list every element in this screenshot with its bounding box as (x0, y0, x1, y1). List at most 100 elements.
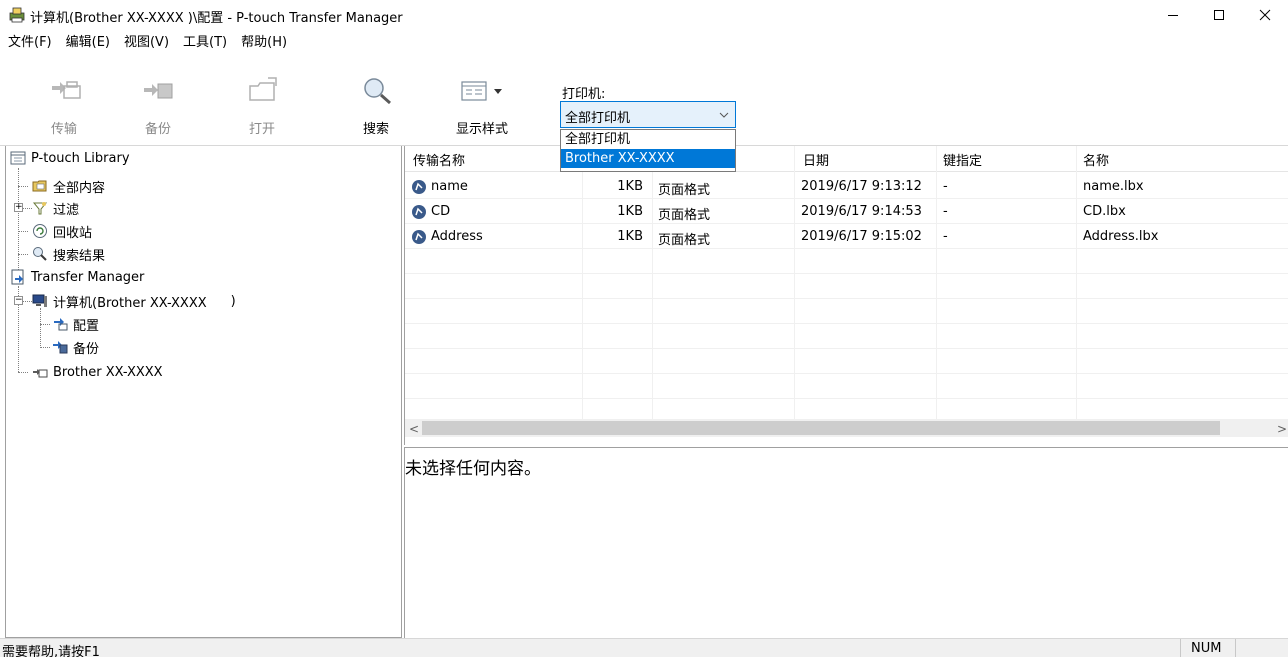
cell-key: - (943, 179, 948, 194)
menu-tools[interactable]: 工具(T) (183, 31, 227, 50)
display-style-label: 显示样式 (455, 122, 508, 137)
cell-file: CD.lbx (1083, 204, 1126, 219)
backup-icon (144, 83, 173, 99)
menu-file[interactable]: 文件(F) (8, 31, 52, 50)
close-button[interactable] (1242, 0, 1288, 30)
cell-date: 2019/6/17 9:13:12 (801, 179, 922, 194)
cell-file: Address.lbx (1083, 229, 1159, 244)
col-header-transfer-name[interactable]: 传输名称 (413, 150, 465, 169)
printer-app-icon (9, 7, 25, 23)
tree-item-search-results[interactable]: 搜索结果 (32, 244, 105, 264)
cell-name: name (431, 179, 468, 194)
scroll-right-icon[interactable]: > (1277, 422, 1287, 436)
tree-label-filter: 过滤 (53, 202, 80, 218)
cell-date: 2019/6/17 9:15:02 (801, 229, 922, 244)
cell-date: 2019/6/17 9:14:53 (801, 204, 922, 219)
tree-item-all-contents[interactable]: 全部内容 (32, 176, 105, 196)
transfer-icon (52, 81, 81, 99)
menu-bar: 文件(F) 编辑(E) 视图(V) 工具(T) 帮助(H) (0, 30, 1288, 50)
tree-item-filter[interactable]: 过滤 (32, 198, 79, 218)
close-icon (1259, 9, 1271, 21)
chevron-down-icon (719, 112, 729, 118)
menu-edit[interactable]: 编辑(E) (66, 31, 110, 50)
computer-icon (32, 294, 47, 307)
file-icon (412, 205, 426, 219)
cell-size: 1KB (617, 204, 643, 219)
recycle-bin-icon (33, 224, 47, 238)
minimize-icon (1168, 15, 1178, 16)
open-folder-icon (249, 77, 277, 101)
scroll-left-icon[interactable]: < (409, 422, 419, 436)
tree-item-printer[interactable]: Brother XX-XXXX (32, 362, 163, 382)
col-header-key[interactable]: 键指定 (943, 150, 982, 169)
tree-item-backup[interactable]: 备份 (52, 337, 99, 357)
cell-type: 页面格式 (658, 233, 711, 248)
cell-key: - (943, 229, 948, 244)
tree-label-printer: Brother XX-XXXX (53, 364, 163, 380)
status-help-text: 需要帮助,请按F1 (2, 645, 100, 657)
empty-row (405, 325, 1288, 349)
cell-size: 1KB (617, 179, 643, 194)
horizontal-scrollbar[interactable]: < > (405, 419, 1288, 437)
tree-label-config: 配置 (73, 318, 100, 334)
open-label: 打开 (248, 122, 275, 137)
empty-row (405, 375, 1288, 399)
cell-type: 页面格式 (658, 183, 711, 198)
printer-select[interactable]: 全部打印机 (560, 101, 736, 128)
config-folder-icon (54, 318, 68, 331)
preview-pane: 未选择任何内容。 (404, 447, 1288, 638)
file-icon (412, 180, 426, 194)
printer-label: 打印机: (562, 87, 606, 102)
printer-option-all[interactable]: 全部打印机 (561, 130, 735, 149)
filter-icon (32, 202, 48, 215)
printer-option-brother[interactable]: Brother XX-XXXX (561, 149, 735, 168)
table-row[interactable]: Address 1KB 页面格式 2019/6/17 9:15:02 - Add… (405, 225, 1288, 249)
empty-row (405, 250, 1288, 274)
cell-size: 1KB (617, 229, 643, 244)
tree-label-backup: 备份 (73, 341, 100, 357)
expand-filter-toggle[interactable]: + (14, 203, 23, 212)
tree-item-library[interactable]: P-touch Library (10, 148, 130, 168)
table-row[interactable]: CD 1KB 页面格式 2019/6/17 9:14:53 - CD.lbx (405, 200, 1288, 224)
list-view-icon (461, 81, 502, 101)
empty-row (405, 275, 1288, 299)
list-header: 传输名称 日期 键指定 名称 (405, 146, 1288, 172)
col-header-filename[interactable]: 名称 (1083, 150, 1109, 169)
search-label: 搜索 (362, 122, 389, 137)
cell-name: Address (431, 229, 483, 244)
tree-item-config[interactable]: 配置 (52, 314, 99, 334)
cell-type: 页面格式 (658, 208, 711, 223)
num-lock-indicator: NUM (1180, 639, 1236, 657)
folder-icon (32, 180, 47, 192)
tree-label-transfer-manager: Transfer Manager (31, 269, 145, 285)
scrollbar-thumb[interactable] (422, 421, 1220, 435)
backup-label: 备份 (144, 122, 171, 137)
library-icon (10, 151, 26, 165)
printer-selected-value: 全部打印机 (565, 111, 631, 126)
tree-label-all-contents: 全部内容 (53, 180, 106, 196)
preview-empty-message: 未选择任何内容。 (405, 459, 541, 479)
col-header-date[interactable]: 日期 (803, 150, 829, 169)
tree-item-computer[interactable]: 计算机(Brother XX-XXXX ) (32, 291, 236, 311)
maximize-icon (1214, 10, 1224, 20)
tree-label-computer-suffix: ) (230, 293, 236, 309)
tree-item-recycle-bin[interactable]: 回收站 (32, 221, 92, 241)
tree-label-computer: 计算机(Brother XX-XXXX (53, 295, 207, 311)
maximize-button[interactable] (1196, 0, 1242, 30)
tree-item-transfer-manager[interactable]: Transfer Manager (10, 267, 144, 287)
tree-label-recycle-bin: 回收站 (53, 225, 93, 241)
transfer-label: 传输 (50, 122, 77, 137)
transfer-list: 传输名称 日期 键指定 名称 name 1KB 页面格式 2019/6/17 9… (404, 146, 1288, 445)
menu-help[interactable]: 帮助(H) (241, 31, 287, 50)
transfer-manager-icon (11, 269, 24, 285)
window-title: 计算机(Brother XX-XXXX )\配置 - P-touch Trans… (30, 11, 403, 26)
cell-file: name.lbx (1083, 179, 1144, 194)
tree-label-library: P-touch Library (31, 150, 130, 166)
status-bar: 需要帮助,请按F1 NUM (0, 638, 1288, 657)
menu-view[interactable]: 视图(V) (124, 31, 169, 50)
title-bar: 计算机(Brother XX-XXXX )\配置 - P-touch Trans… (0, 0, 1288, 30)
minimize-button[interactable] (1150, 0, 1196, 30)
backup-folder-icon (53, 341, 68, 354)
collapse-computer-toggle[interactable]: − (14, 296, 23, 305)
table-row[interactable]: name 1KB 页面格式 2019/6/17 9:13:12 - name.l… (405, 175, 1288, 199)
